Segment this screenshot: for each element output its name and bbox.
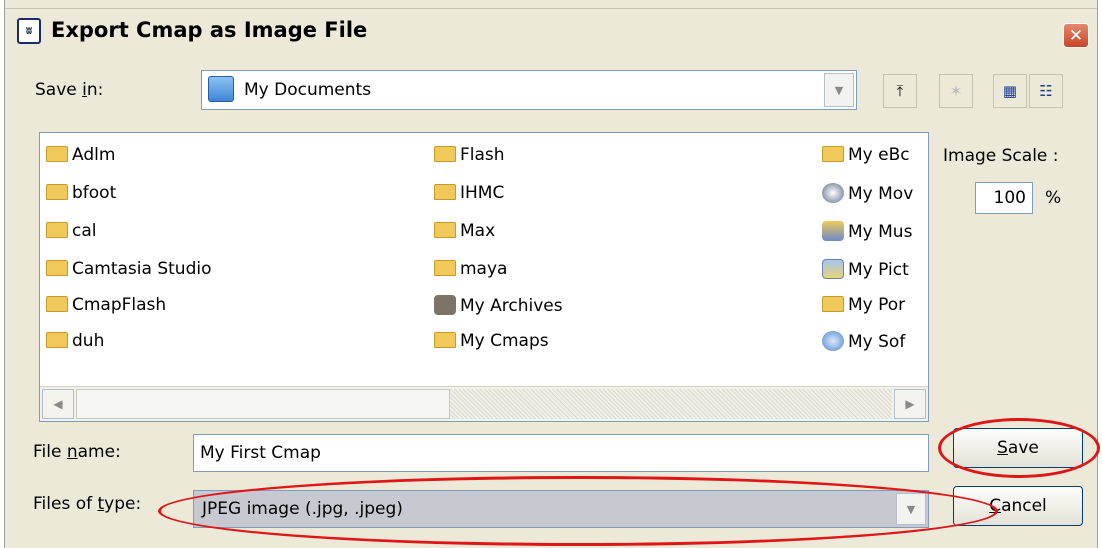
chevron-down-icon[interactable]: ▼ (824, 73, 854, 107)
list-item[interactable]: My Mov (822, 183, 913, 209)
cmap-app-icon: ʬ (17, 18, 41, 44)
list-item[interactable]: Flash (434, 145, 505, 171)
save-in-value: My Documents (244, 80, 372, 100)
details-view-icon[interactable]: ☷ (1029, 74, 1063, 108)
image-scale-unit: % (1045, 188, 1062, 208)
file-list[interactable]: Adlm bfoot cal Camtasia Studio CmapFlash… (39, 132, 929, 422)
scroll-right-icon[interactable]: ▶ (894, 389, 926, 419)
folder-icon (46, 146, 68, 162)
up-one-level-icon[interactable]: ⤒ (883, 74, 917, 108)
software-folder-icon (822, 331, 844, 351)
file-name-value: My First Cmap (200, 443, 321, 463)
close-button[interactable]: ✕ (1063, 23, 1089, 48)
file-type-label: Files of type: (33, 494, 142, 514)
list-item[interactable]: My Mus (822, 221, 912, 247)
scroll-track[interactable] (450, 389, 892, 419)
save-button[interactable]: Save (953, 428, 1083, 468)
list-item[interactable]: duh (46, 331, 104, 357)
new-folder-icon[interactable]: ✶ (939, 74, 973, 108)
folder-icon (822, 296, 844, 312)
file-name-input[interactable]: My First Cmap (193, 434, 929, 472)
cancel-button[interactable]: Cancel (953, 486, 1083, 526)
list-view-icon[interactable]: ▦ (993, 74, 1027, 108)
archive-icon (434, 295, 456, 315)
scroll-left-icon[interactable]: ◀ (42, 389, 74, 419)
list-item[interactable]: My eBc (822, 145, 910, 171)
file-name-label: File name: (33, 442, 121, 462)
list-item[interactable]: My Archives (434, 295, 563, 321)
folder-icon (46, 184, 68, 200)
folder-icon (46, 222, 68, 238)
folder-icon (434, 260, 456, 276)
folder-icon (434, 184, 456, 200)
folder-icon (822, 146, 844, 162)
export-dialog: ʬ Export Cmap as Image File ✕ Save in: M… (4, 0, 1098, 548)
title-bar[interactable]: ʬ Export Cmap as Image File ✕ (5, 8, 1097, 55)
list-item[interactable]: My Sof (822, 331, 905, 357)
list-item[interactable]: Adlm (46, 145, 115, 171)
list-item[interactable]: bfoot (46, 183, 116, 209)
list-item[interactable]: cal (46, 221, 97, 247)
list-item[interactable]: My Cmaps (434, 331, 549, 357)
my-documents-icon (208, 76, 234, 102)
video-folder-icon (822, 183, 844, 203)
dialog-title: Export Cmap as Image File (51, 18, 368, 42)
list-item[interactable]: Max (434, 221, 495, 247)
image-scale-input[interactable]: 100 (975, 182, 1033, 214)
list-item[interactable]: My Por (822, 295, 905, 321)
horizontal-scrollbar[interactable]: ◀ ▶ (40, 386, 928, 421)
folder-icon (434, 222, 456, 238)
save-in-dropdown[interactable]: My Documents ▼ (201, 70, 857, 110)
list-item[interactable]: IHMC (434, 183, 504, 209)
folder-icon (46, 332, 68, 348)
file-type-dropdown[interactable]: JPEG image (.jpg, .jpeg) ▼ (193, 490, 929, 528)
list-item[interactable]: maya (434, 259, 507, 285)
scroll-thumb[interactable] (76, 389, 450, 419)
folder-icon (46, 296, 68, 312)
folder-icon (434, 146, 456, 162)
folder-icon (46, 260, 68, 276)
file-type-value: JPEG image (.jpg, .jpeg) (202, 499, 403, 519)
chevron-down-icon[interactable]: ▼ (896, 493, 926, 525)
list-item[interactable]: My Pict (822, 259, 909, 285)
folder-icon (434, 332, 456, 348)
save-in-label: Save in: (35, 80, 104, 100)
list-item[interactable]: Camtasia Studio (46, 259, 211, 285)
music-folder-icon (822, 221, 844, 241)
image-scale-label: Image Scale : (943, 146, 1059, 166)
list-item[interactable]: CmapFlash (46, 295, 166, 321)
pictures-folder-icon (822, 259, 844, 279)
